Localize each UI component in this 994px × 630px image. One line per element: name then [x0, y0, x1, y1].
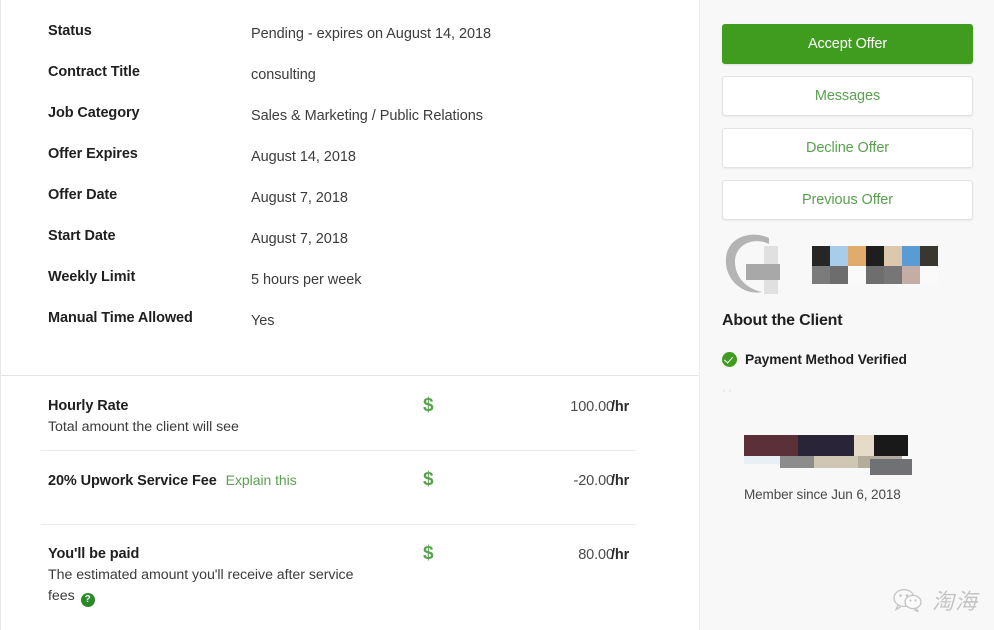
client-meta: ·· Member since Jun 6, 2018 [722, 383, 973, 523]
rate-amount: 100.00 [570, 399, 614, 415]
detail-label: Manual Time Allowed [48, 310, 193, 326]
rate-text: Hourly Rate Total amount the client will … [48, 398, 383, 438]
detail-label: Offer Date [48, 187, 118, 203]
rate-row: 20% Upwork Service Fee Explain this $ -20.0… [1, 450, 699, 524]
payment-verified-label: Payment Method Verified [745, 352, 907, 367]
detail-value: August 7, 2018 [251, 231, 348, 247]
watermark-text: 淘海 [931, 590, 978, 615]
detail-row: Status Pending - expires on August 14, 20… [1, 22, 699, 63]
redacted-client-stats [744, 435, 912, 479]
rate-title-row: Hourly Rate [48, 398, 383, 414]
rate-row-divider [41, 450, 636, 451]
rate-subtitle-text: Total amount the client will see [48, 419, 239, 435]
detail-label: Status [48, 23, 92, 39]
detail-row: Contract Title consulting [1, 63, 699, 104]
currency-icon: $ [423, 469, 434, 490]
rate-unit: /hr [611, 547, 630, 563]
detail-value: Sales & Marketing / Public Relations [251, 108, 483, 124]
detail-row: Manual Time Allowed Yes [1, 309, 699, 350]
check-circle-icon [722, 352, 737, 367]
detail-label: Start Date [48, 228, 116, 244]
rate-row-divider [41, 524, 636, 525]
detail-value: consulting [251, 67, 316, 83]
detail-label: Weekly Limit [48, 269, 136, 285]
detail-label: Offer Expires [48, 146, 138, 162]
redacted-client-name [812, 246, 938, 284]
rate-subtitle: Total amount the client will see [48, 417, 383, 438]
currency-icon: $ [423, 395, 434, 416]
rate-breakdown-list: Hourly Rate Total amount the client will … [1, 376, 699, 610]
payment-verified-row: Payment Method Verified [722, 352, 973, 367]
rate-unit: /hr [611, 399, 630, 415]
offer-actions-sidebar: Accept Offer Messages Decline Offer Previou… [700, 0, 994, 630]
detail-row: Start Date August 7, 2018 [1, 227, 699, 268]
wechat-icon [893, 588, 922, 612]
previous-offer-button[interactable]: Previous Offer [722, 180, 973, 220]
explain-this-link[interactable]: Explain this [226, 472, 297, 488]
member-since-label: Member since Jun 6, 2018 [744, 487, 901, 502]
detail-row: Weekly Limit 5 hours per week [1, 268, 699, 309]
rate-amount: -20.00 [573, 473, 614, 489]
detail-label: Job Category [48, 105, 140, 121]
contract-details-list: Status Pending - expires on August 14, 20… [1, 0, 699, 350]
rate-title-row: 20% Upwork Service Fee Explain this [48, 472, 383, 489]
client-logo-area [722, 232, 973, 306]
detail-label: Contract Title [48, 64, 140, 80]
messages-button[interactable]: Messages [722, 76, 973, 116]
detail-value: Yes [251, 313, 275, 329]
detail-row: Offer Date August 7, 2018 [1, 186, 699, 227]
decline-offer-button[interactable]: Decline Offer [722, 128, 973, 168]
redacted-location: ·· [722, 383, 734, 395]
wechat-watermark: 淘海 [893, 584, 978, 616]
rate-title: You'll be paid [48, 546, 140, 562]
help-question-icon[interactable]: ? [80, 592, 95, 607]
detail-value: 5 hours per week [251, 272, 362, 288]
client-logo-icon [725, 234, 780, 294]
detail-value: August 14, 2018 [251, 149, 356, 165]
rate-title: Hourly Rate [48, 398, 129, 414]
rate-title: 20% Upwork Service Fee [48, 473, 217, 489]
detail-value: August 7, 2018 [251, 190, 348, 206]
about-client-title: About the Client [722, 312, 843, 329]
rate-text: 20% Upwork Service Fee Explain this [48, 472, 383, 489]
rate-text: You'll be paid The estimated amount you'l… [48, 546, 383, 607]
rate-amount: 80.00 [578, 547, 614, 563]
accept-offer-button[interactable]: Accept Offer [722, 24, 973, 64]
detail-row: Job Category Sales & Marketing / Public R… [1, 104, 699, 145]
rate-unit: /hr [611, 473, 630, 489]
rate-subtitle: The estimated amount you'll receive afte… [48, 565, 383, 607]
rate-title-row: You'll be paid [48, 546, 383, 562]
detail-value: Pending - expires on August 14, 2018 [251, 26, 492, 42]
offer-action-buttons: Accept Offer Messages Decline Offer Previou… [722, 24, 973, 220]
offer-details-screen: Status Pending - expires on August 14, 20… [0, 0, 994, 630]
rate-row: Hourly Rate Total amount the client will … [1, 376, 699, 450]
rate-row: You'll be paid The estimated amount you'l… [1, 524, 699, 610]
detail-row: Offer Expires August 14, 2018 [1, 145, 699, 186]
currency-icon: $ [423, 543, 434, 564]
contract-details-panel: Status Pending - expires on August 14, 20… [0, 0, 700, 630]
